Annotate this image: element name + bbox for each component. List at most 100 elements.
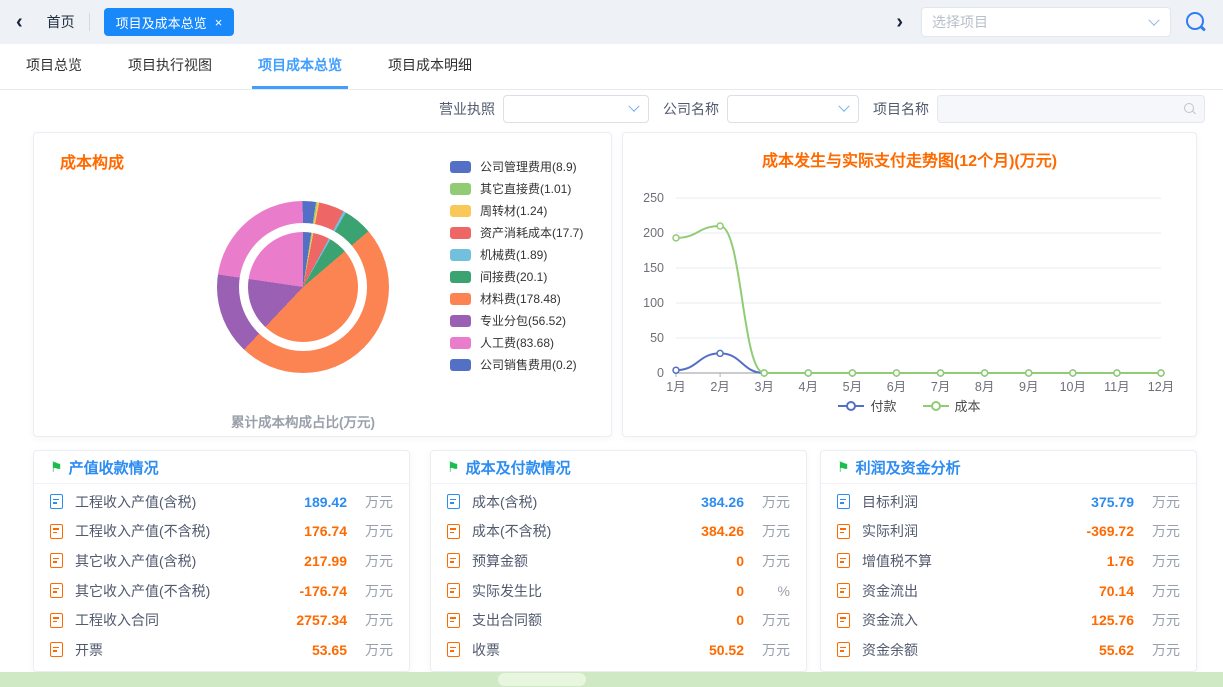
pie-legend-item[interactable]: 其它直接费(1.01): [450, 182, 583, 195]
stat-row: 资金流出 70.14 万元: [821, 576, 1196, 606]
stat-label: 目标利润: [862, 492, 918, 512]
legend-swatch: [450, 227, 471, 239]
company-name-label: 公司名称: [663, 99, 719, 119]
stat-row: 成本(不含税) 384.26 万元: [431, 517, 806, 547]
stat-value: 384.26: [674, 494, 744, 510]
tab-project-cost-detail[interactable]: 项目成本明细: [382, 44, 478, 89]
flag-icon: ⚑: [447, 460, 460, 474]
pie-legend-item[interactable]: 公司管理费用(8.9): [450, 160, 583, 173]
tab-project-overview[interactable]: 项目总览: [20, 44, 88, 89]
stat-label: 成本(不含税): [472, 521, 551, 541]
stat-label: 其它收入产值(含税): [75, 551, 196, 571]
stat-row: 开票 53.65 万元: [34, 635, 409, 665]
legend-label: 周转材(1.24): [480, 202, 547, 219]
stat-unit: 万元: [1134, 551, 1180, 571]
legend-swatch: [450, 271, 471, 283]
stat-row: 资金流入 125.76 万元: [821, 605, 1196, 635]
stat-value: 125.76: [1064, 612, 1134, 628]
pie-legend-item[interactable]: 公司销售费用(0.2): [450, 358, 583, 371]
cost-payment-trend-card: 成本发生与实际支付走势图(12个月)(万元) 0501001502002501月…: [622, 132, 1197, 437]
stat-value: 55.62: [1064, 642, 1134, 658]
project-name-input-wrap: [937, 95, 1205, 123]
document-icon: [447, 494, 460, 509]
stat-unit: 万元: [744, 610, 790, 630]
svg-text:250: 250: [643, 191, 664, 205]
forward-icon[interactable]: ›: [896, 12, 903, 32]
panel-header: ⚑ 产值收款情况: [34, 451, 409, 484]
tab-project-cost-overview[interactable]: 项目成本总览: [252, 44, 348, 89]
search-icon[interactable]: [1185, 11, 1207, 33]
stat-value: 70.14: [1064, 583, 1134, 599]
trend-legend-item[interactable]: 付款: [838, 396, 896, 415]
legend-swatch: [450, 315, 471, 327]
stat-unit: 万元: [347, 640, 393, 660]
scrollbar-thumb[interactable]: [498, 673, 586, 686]
stat-label: 增值税不算: [862, 551, 932, 571]
trend-legend: 付款 成本: [623, 396, 1196, 415]
stat-label: 预算金额: [472, 551, 528, 571]
document-icon: [837, 524, 850, 539]
svg-text:2月: 2月: [710, 380, 729, 394]
panel-rows: 工程收入产值(含税) 189.42 万元 工程收入产值(不含税) 176.74 …: [34, 484, 409, 665]
project-select-placeholder: 选择项目: [932, 12, 988, 32]
svg-text:11月: 11月: [1104, 380, 1129, 394]
legend-label: 人工费(83.68): [480, 334, 554, 351]
business-license-label: 营业执照: [439, 99, 495, 119]
stat-row: 其它收入产值(不含税) -176.74 万元: [34, 576, 409, 606]
svg-text:9月: 9月: [1019, 380, 1038, 394]
business-license-select[interactable]: [503, 95, 649, 123]
trend-line-chart[interactable]: 0501001502002501月2月3月4月5月6月7月8月9月10月11月1…: [623, 133, 1198, 438]
legend-label: 材料费(178.48): [480, 290, 561, 307]
pie-legend-item[interactable]: 机械费(1.89): [450, 248, 583, 261]
svg-text:8月: 8月: [975, 380, 994, 394]
pie-legend-item[interactable]: 周转材(1.24): [450, 204, 583, 217]
legend-label: 成本: [955, 396, 981, 415]
close-icon[interactable]: ×: [215, 15, 223, 30]
tab-project-execution-view[interactable]: 项目执行视图: [122, 44, 218, 89]
home-menu-item[interactable]: 首页: [47, 12, 75, 32]
view-tabbar: 项目总览 项目执行视图 项目成本总览 项目成本明细: [0, 44, 1223, 90]
pie-legend: 公司管理费用(8.9) 其它直接费(1.01) 周转材(1.24) 资产消耗成本(17…: [450, 160, 583, 380]
trend-legend-item[interactable]: 成本: [923, 396, 981, 415]
stat-value: 176.74: [277, 523, 347, 539]
document-icon: [447, 642, 460, 657]
svg-text:150: 150: [643, 261, 664, 275]
svg-text:6月: 6月: [887, 380, 906, 394]
horizontal-scrollbar[interactable]: [0, 672, 1223, 687]
pie-legend-item[interactable]: 人工费(83.68): [450, 336, 583, 349]
legend-swatch: [450, 293, 471, 305]
stat-row: 资金余额 55.62 万元: [821, 635, 1196, 665]
pie-legend-item[interactable]: 材料费(178.48): [450, 292, 583, 305]
legend-label: 机械费(1.89): [480, 246, 547, 263]
document-icon: [837, 553, 850, 568]
project-select[interactable]: 选择项目: [921, 7, 1171, 37]
panel-rows: 目标利润 375.79 万元 实际利润 -369.72 万元 增值税不算 1.7…: [821, 484, 1196, 665]
chevron-down-icon: [838, 101, 849, 112]
stat-label: 资金流入: [862, 610, 918, 630]
stat-value: -369.72: [1064, 523, 1134, 539]
session-tab[interactable]: 项目及成本总览 ×: [104, 8, 235, 36]
stat-row: 预算金额 0 万元: [431, 546, 806, 576]
project-name-input[interactable]: [938, 96, 1204, 122]
svg-text:100: 100: [643, 296, 664, 310]
stat-label: 实际利润: [862, 521, 918, 541]
back-icon[interactable]: ‹: [16, 12, 23, 32]
stat-row: 支出合同额 0 万元: [431, 605, 806, 635]
document-icon: [50, 553, 63, 568]
document-icon: [50, 583, 63, 598]
stat-value: -176.74: [277, 583, 347, 599]
panel-title: 利润及资金分析: [856, 457, 961, 478]
stat-label: 工程收入产值(含税): [75, 492, 196, 512]
pie-legend-item[interactable]: 间接费(20.1): [450, 270, 583, 283]
pie-legend-item[interactable]: 专业分包(56.52): [450, 314, 583, 327]
legend-label: 专业分包(56.52): [480, 312, 566, 329]
stat-label: 实际发生比: [472, 581, 542, 601]
stat-label: 资金流出: [862, 581, 918, 601]
stat-unit: %: [744, 583, 790, 599]
legend-line-marker: [923, 399, 949, 413]
pie-legend-item[interactable]: 资产消耗成本(17.7): [450, 226, 583, 239]
stat-unit: 万元: [347, 521, 393, 541]
svg-text:1月: 1月: [666, 380, 685, 394]
company-name-select[interactable]: [727, 95, 859, 123]
svg-text:200: 200: [643, 226, 664, 240]
